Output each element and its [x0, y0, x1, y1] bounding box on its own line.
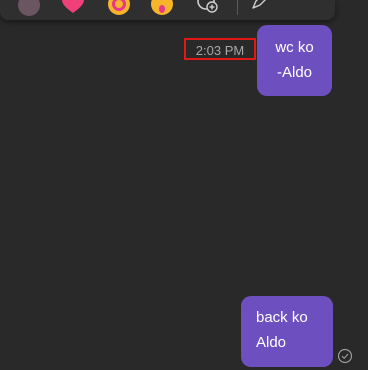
add-reaction-icon[interactable] — [196, 0, 218, 13]
surprised-emoji-icon[interactable] — [150, 0, 174, 16]
heart-icon[interactable] — [62, 0, 84, 14]
message-bubble[interactable]: wc ko -Aldo — [257, 25, 332, 96]
reply-icon[interactable] — [250, 0, 268, 11]
toolbar-divider — [237, 0, 238, 15]
laughing-emoji-icon[interactable] — [107, 0, 131, 16]
read-receipt-icon — [337, 348, 353, 364]
reaction-bar — [0, 0, 335, 20]
avatar[interactable] — [18, 0, 40, 16]
message-bubble[interactable]: back ko Aldo — [241, 296, 333, 367]
message-timestamp: 2:03 PM — [184, 38, 256, 60]
